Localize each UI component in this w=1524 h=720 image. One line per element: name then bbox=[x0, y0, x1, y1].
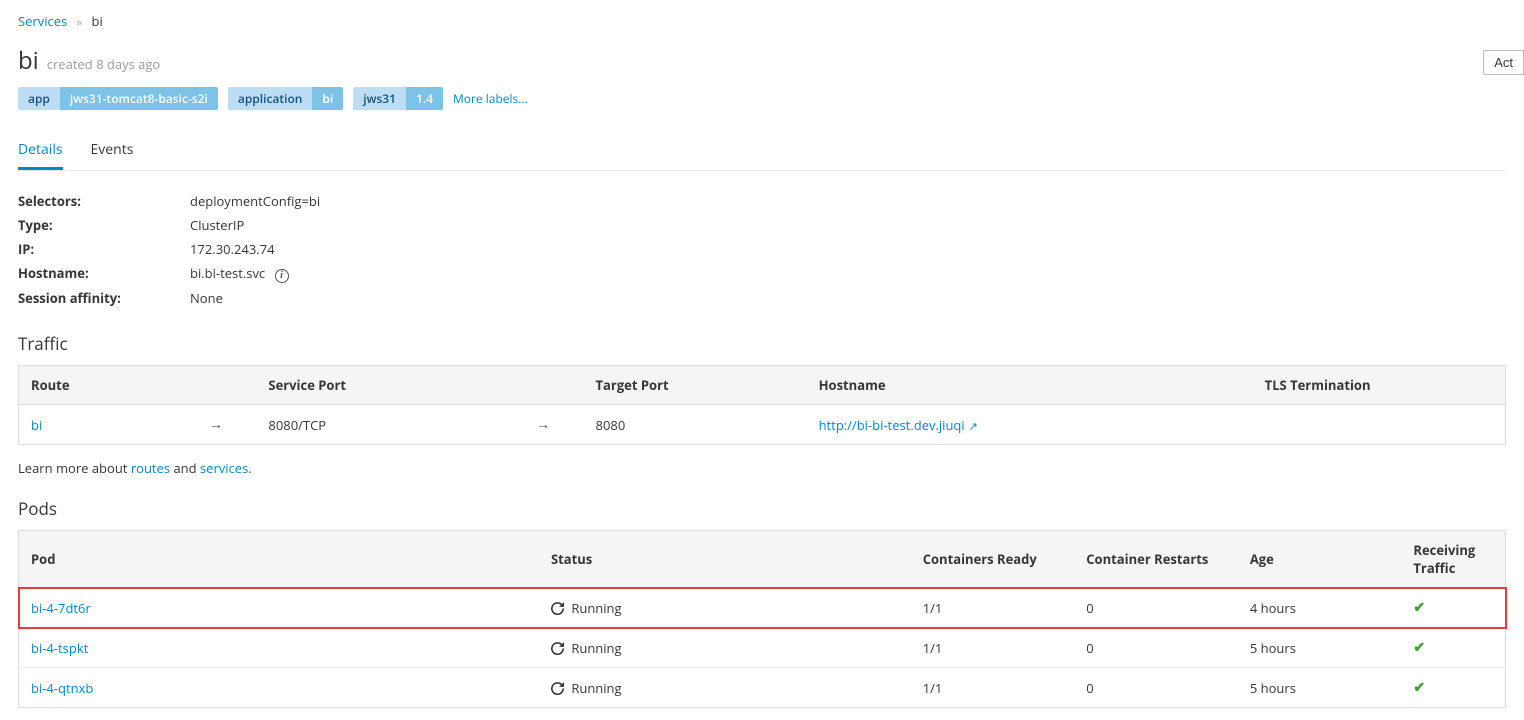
th-hostname: Hostname bbox=[807, 366, 1253, 405]
traffic-table: Route Service Port Target Port Hostname … bbox=[18, 365, 1506, 445]
tab-events[interactable]: Events bbox=[91, 132, 134, 170]
pod-link[interactable]: bi-4-qtnxb bbox=[31, 679, 93, 697]
pod-ready-cell: 1/1 bbox=[911, 628, 1075, 668]
refresh-icon bbox=[551, 599, 568, 617]
pod-status-cell: Running bbox=[539, 628, 911, 668]
title-row: bi created 8 days ago bbox=[18, 44, 1506, 77]
pod-row: bi-4-tspkt Running1/105 hours ✔ bbox=[19, 628, 1506, 668]
selectors-label: Selectors: bbox=[18, 192, 190, 210]
pod-receiving-cell: ✔ bbox=[1401, 588, 1505, 628]
pod-age-cell: 5 hours bbox=[1238, 668, 1402, 708]
pod-row: bi-4-7dt6r Running1/104 hours ✔ bbox=[19, 588, 1506, 628]
pod-receiving-cell: ✔ bbox=[1401, 668, 1505, 708]
th-route: Route bbox=[19, 366, 197, 405]
label-key: application bbox=[228, 87, 313, 110]
refresh-icon bbox=[551, 679, 568, 697]
label-value: jws31-tomcat8-basic-s2i bbox=[60, 87, 218, 110]
title-meta: created 8 days ago bbox=[47, 55, 161, 73]
refresh-icon bbox=[551, 639, 568, 657]
details-grid: Selectors: deploymentConfig=bi Type: Clu… bbox=[18, 189, 1506, 310]
services-link[interactable]: services bbox=[200, 459, 248, 477]
pod-status-cell: Running bbox=[539, 588, 911, 628]
labels-row: app jws31-tomcat8-basic-s2i application … bbox=[18, 87, 1506, 110]
pod-restarts-cell: 0 bbox=[1074, 628, 1238, 668]
th-target-port: Target Port bbox=[584, 366, 807, 405]
selectors-value: deploymentConfig=bi bbox=[190, 192, 320, 210]
label-pair[interactable]: jws31 1.4 bbox=[353, 87, 443, 110]
pods-table: Pod Status Containers Ready Container Re… bbox=[18, 530, 1506, 708]
tab-details[interactable]: Details bbox=[18, 132, 63, 170]
tls-cell bbox=[1253, 405, 1506, 445]
affinity-value: None bbox=[190, 289, 223, 307]
external-link-icon: ↗ bbox=[969, 419, 978, 434]
hostname-value: bi.bi-test.svc i bbox=[190, 264, 289, 283]
pod-restarts-cell: 0 bbox=[1074, 588, 1238, 628]
breadcrumb: Services » bi bbox=[18, 12, 1506, 30]
arrow-icon: → bbox=[536, 415, 550, 434]
ip-value: 172.30.243.74 bbox=[190, 240, 275, 258]
hostname-link[interactable]: http://bi-bi-test.dev.jiuqi↗ bbox=[819, 416, 978, 434]
th-pod: Pod bbox=[19, 531, 539, 588]
th-status: Status bbox=[539, 531, 911, 588]
service-port-cell: 8080/TCP bbox=[256, 405, 524, 445]
label-pair[interactable]: app jws31-tomcat8-basic-s2i bbox=[18, 87, 218, 110]
th-ready: Containers Ready bbox=[911, 531, 1075, 588]
type-value: ClusterIP bbox=[190, 216, 244, 234]
pod-ready-cell: 1/1 bbox=[911, 588, 1075, 628]
tabs: Details Events bbox=[18, 132, 1506, 171]
pod-link[interactable]: bi-4-tspkt bbox=[31, 639, 88, 657]
affinity-label: Session affinity: bbox=[18, 289, 190, 307]
target-port-cell: 8080 bbox=[584, 405, 807, 445]
breadcrumb-current: bi bbox=[91, 12, 102, 30]
check-icon: ✔ bbox=[1413, 638, 1425, 657]
label-pair[interactable]: application bi bbox=[228, 87, 343, 110]
pod-age-cell: 4 hours bbox=[1238, 588, 1402, 628]
th-receiving: Receiving Traffic bbox=[1401, 531, 1505, 588]
th-service-port: Service Port bbox=[256, 366, 524, 405]
hostname-label: Hostname: bbox=[18, 264, 190, 283]
pod-ready-cell: 1/1 bbox=[911, 668, 1075, 708]
info-icon[interactable]: i bbox=[275, 269, 289, 283]
actions-button[interactable]: Act bbox=[1483, 50, 1524, 75]
traffic-heading: Traffic bbox=[18, 332, 1506, 355]
traffic-row: bi → 8080/TCP → 8080 http://bi-bi-test.d… bbox=[19, 405, 1506, 445]
pod-status-cell: Running bbox=[539, 668, 911, 708]
type-label: Type: bbox=[18, 216, 190, 234]
th-restarts: Container Restarts bbox=[1074, 531, 1238, 588]
th-tls: TLS Termination bbox=[1253, 366, 1506, 405]
pods-heading: Pods bbox=[18, 497, 1506, 520]
route-link[interactable]: bi bbox=[31, 416, 42, 434]
ip-label: IP: bbox=[18, 240, 190, 258]
pod-age-cell: 5 hours bbox=[1238, 628, 1402, 668]
pod-link[interactable]: bi-4-7dt6r bbox=[31, 599, 91, 617]
label-value: 1.4 bbox=[406, 87, 443, 110]
breadcrumb-separator: » bbox=[77, 15, 82, 30]
pod-restarts-cell: 0 bbox=[1074, 668, 1238, 708]
th-age: Age bbox=[1238, 531, 1402, 588]
page-title: bi bbox=[18, 44, 39, 77]
label-key: jws31 bbox=[353, 87, 406, 110]
learn-more-text: Learn more about routes and services. bbox=[18, 459, 1506, 477]
more-labels-link[interactable]: More labels... bbox=[453, 90, 528, 107]
label-value: bi bbox=[312, 87, 343, 110]
check-icon: ✔ bbox=[1413, 598, 1425, 617]
check-icon: ✔ bbox=[1413, 678, 1425, 697]
routes-link[interactable]: routes bbox=[131, 459, 170, 477]
pod-row: bi-4-qtnxb Running1/105 hours ✔ bbox=[19, 668, 1506, 708]
label-key: app bbox=[18, 87, 60, 110]
arrow-icon: → bbox=[209, 415, 223, 434]
pod-receiving-cell: ✔ bbox=[1401, 628, 1505, 668]
breadcrumb-root-link[interactable]: Services bbox=[18, 12, 67, 30]
